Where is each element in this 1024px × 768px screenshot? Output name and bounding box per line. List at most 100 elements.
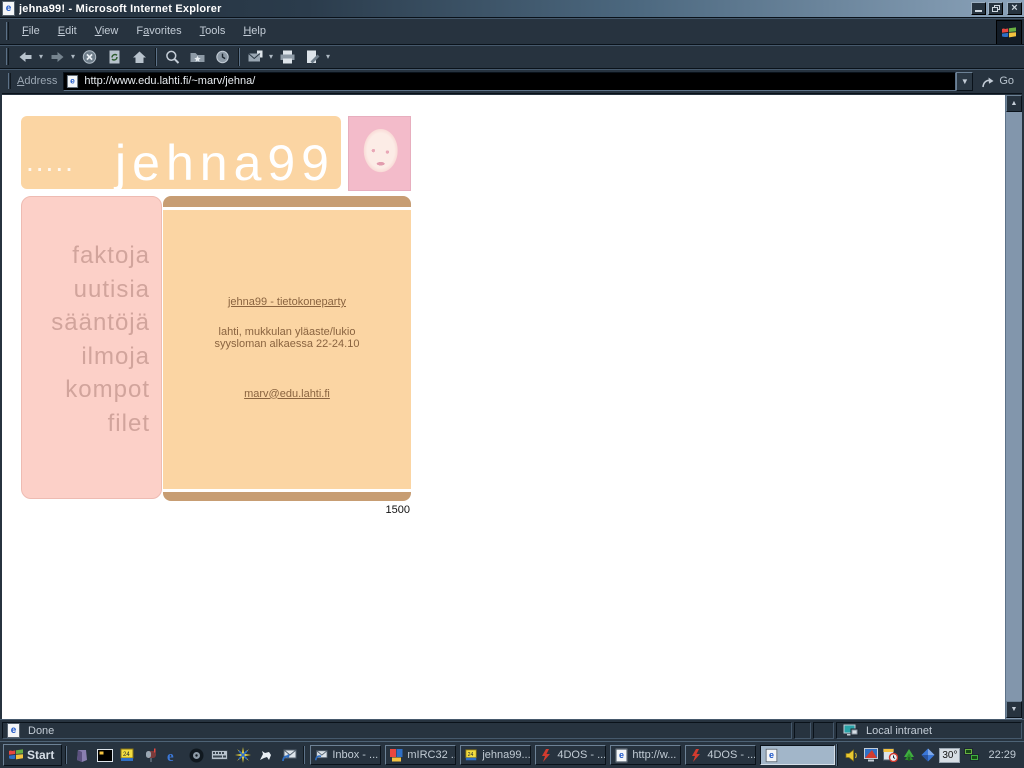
radar-icon[interactable]	[901, 747, 917, 763]
ie-page-icon: e	[2, 1, 15, 16]
quicklaunch-desktop-icon[interactable]	[73, 747, 90, 764]
task-jehna99-ie-active[interactable]: e	[760, 745, 835, 765]
sidebar-item-uutisia[interactable]: uutisia	[51, 273, 150, 307]
minimize-button[interactable]	[971, 2, 986, 15]
diamond-icon[interactable]	[920, 747, 936, 763]
home-button[interactable]	[127, 46, 152, 68]
quicklaunch-horse-icon[interactable]	[257, 747, 274, 764]
svg-text:24: 24	[467, 751, 473, 757]
refresh-button[interactable]	[102, 46, 127, 68]
email-link[interactable]: marv@edu.lahti.fi	[244, 388, 330, 400]
network-icon[interactable]	[963, 747, 979, 763]
mail-dropdown[interactable]: ▾	[269, 52, 273, 61]
lightning-icon	[539, 748, 553, 762]
done-page-icon: e	[7, 723, 20, 738]
task-scheduler-icon[interactable]	[882, 747, 898, 763]
menu-file[interactable]: File	[13, 22, 49, 40]
status-pane-empty	[794, 722, 811, 739]
start-button[interactable]: Start	[3, 744, 62, 766]
taskbar-clock: 22:29	[988, 749, 1016, 761]
quicklaunch-ie-icon[interactable]: e	[165, 747, 182, 764]
quicklaunch-keyboard-icon[interactable]	[211, 747, 228, 764]
volume-icon[interactable]	[844, 747, 860, 763]
stop-button[interactable]	[77, 46, 102, 68]
edit-button[interactable]	[300, 46, 325, 68]
sidebar-item-kompot[interactable]: kompot	[51, 373, 150, 407]
quicklaunch-starburst-icon[interactable]	[234, 747, 251, 764]
sidebar-item-filet[interactable]: filet	[51, 407, 150, 441]
menu-favorites[interactable]: Favorites	[127, 22, 190, 40]
go-label: Go	[999, 75, 1014, 87]
task-http[interactable]: e http://w...	[610, 745, 681, 765]
svg-text:e: e	[167, 749, 174, 763]
home-icon	[131, 49, 148, 65]
menu-help[interactable]: Help	[234, 22, 275, 40]
forward-button[interactable]	[45, 46, 70, 68]
content-top-bar	[163, 196, 411, 207]
status-pane-empty	[813, 722, 834, 739]
addressbar-grip[interactable]	[8, 73, 11, 90]
ie-page-icon: e	[67, 75, 78, 88]
vertical-scrollbar[interactable]: ▲ ▼	[1005, 95, 1022, 719]
task-4dos-1[interactable]: 4DOS - ...	[535, 745, 606, 765]
back-button[interactable]	[13, 46, 38, 68]
mail-button[interactable]	[243, 46, 268, 68]
lightning-icon	[689, 748, 703, 762]
scroll-down-button[interactable]: ▼	[1006, 701, 1022, 718]
sidebar-item-saantoja[interactable]: sääntöjä	[51, 306, 150, 340]
toolbar-separator	[155, 48, 157, 66]
party-title-link[interactable]: jehna99 - tietokoneparty	[228, 296, 346, 308]
mirc-icon	[389, 748, 403, 762]
mail-icon	[247, 49, 264, 65]
go-button[interactable]: Go	[973, 75, 1020, 88]
restore-button[interactable]	[988, 2, 1003, 15]
quicklaunch-calendar-icon[interactable]: 24	[119, 747, 136, 764]
close-button[interactable]: ×	[1007, 2, 1022, 15]
webpage: ..... jehna99 faktoja uutisia sääntöjä i…	[2, 95, 1005, 719]
toolbar-grip[interactable]	[6, 48, 9, 64]
back-dropdown[interactable]: ▾	[39, 52, 43, 61]
quicklaunch-media-disc-icon[interactable]	[188, 747, 205, 764]
content-line2: syysloman alkaessa 22-24.10	[163, 338, 411, 351]
menu-tools[interactable]: Tools	[191, 22, 235, 40]
main-content: jehna99 - tietokoneparty lahti, mukkulan…	[163, 196, 411, 516]
system-tray: 30° 22:29	[837, 744, 1021, 766]
task-4dos-2[interactable]: 4DOS - ...	[685, 745, 756, 765]
address-dropdown-button[interactable]: ▼	[956, 72, 973, 91]
scroll-up-button[interactable]: ▲	[1006, 95, 1022, 112]
visitor-counter: 1500	[163, 504, 411, 516]
edit-icon	[304, 49, 321, 65]
task-jehna99[interactable]: 24 jehna99...	[460, 745, 531, 765]
close-icon: ×	[1008, 3, 1021, 14]
sidebar-item-faktoja[interactable]: faktoja	[51, 239, 150, 273]
favorites-button[interactable]	[185, 46, 210, 68]
header-dots: .....	[26, 146, 75, 178]
menu-edit[interactable]: Edit	[49, 22, 86, 40]
address-input[interactable]: e http://www.edu.lahti.fi/~marv/jehna/	[63, 72, 956, 91]
address-label: Address	[17, 75, 57, 87]
sidebar-item-ilmoja[interactable]: ilmoja	[51, 340, 150, 374]
windows-logo-icon	[996, 20, 1022, 45]
print-button[interactable]	[275, 46, 300, 68]
stop-icon	[81, 49, 98, 65]
local-intranet-icon	[843, 724, 859, 738]
quicklaunch-outlook-icon[interactable]	[280, 747, 297, 764]
history-icon	[214, 49, 231, 65]
minimize-icon	[975, 10, 982, 12]
temperature-tray[interactable]: 30°	[939, 748, 960, 763]
svg-text:24: 24	[123, 752, 130, 758]
task-mirc[interactable]: mIRC32 ...	[385, 745, 456, 765]
status-pane: e Done	[2, 722, 792, 739]
task-inbox[interactable]: Inbox - ...	[310, 745, 381, 765]
quicklaunch-mailbox-icon[interactable]	[142, 747, 159, 764]
menu-view[interactable]: View	[86, 22, 128, 40]
quicklaunch-dos-window-icon[interactable]	[96, 747, 113, 764]
search-button[interactable]	[160, 46, 185, 68]
statusbar: e Done Local intranet	[0, 719, 1024, 741]
window-title: jehna99! - Microsoft Internet Explorer	[19, 3, 969, 15]
display-settings-icon[interactable]	[863, 747, 879, 763]
forward-dropdown[interactable]: ▾	[71, 52, 75, 61]
menubar-grip[interactable]	[6, 22, 9, 40]
edit-dropdown[interactable]: ▾	[326, 52, 330, 61]
history-button[interactable]	[210, 46, 235, 68]
